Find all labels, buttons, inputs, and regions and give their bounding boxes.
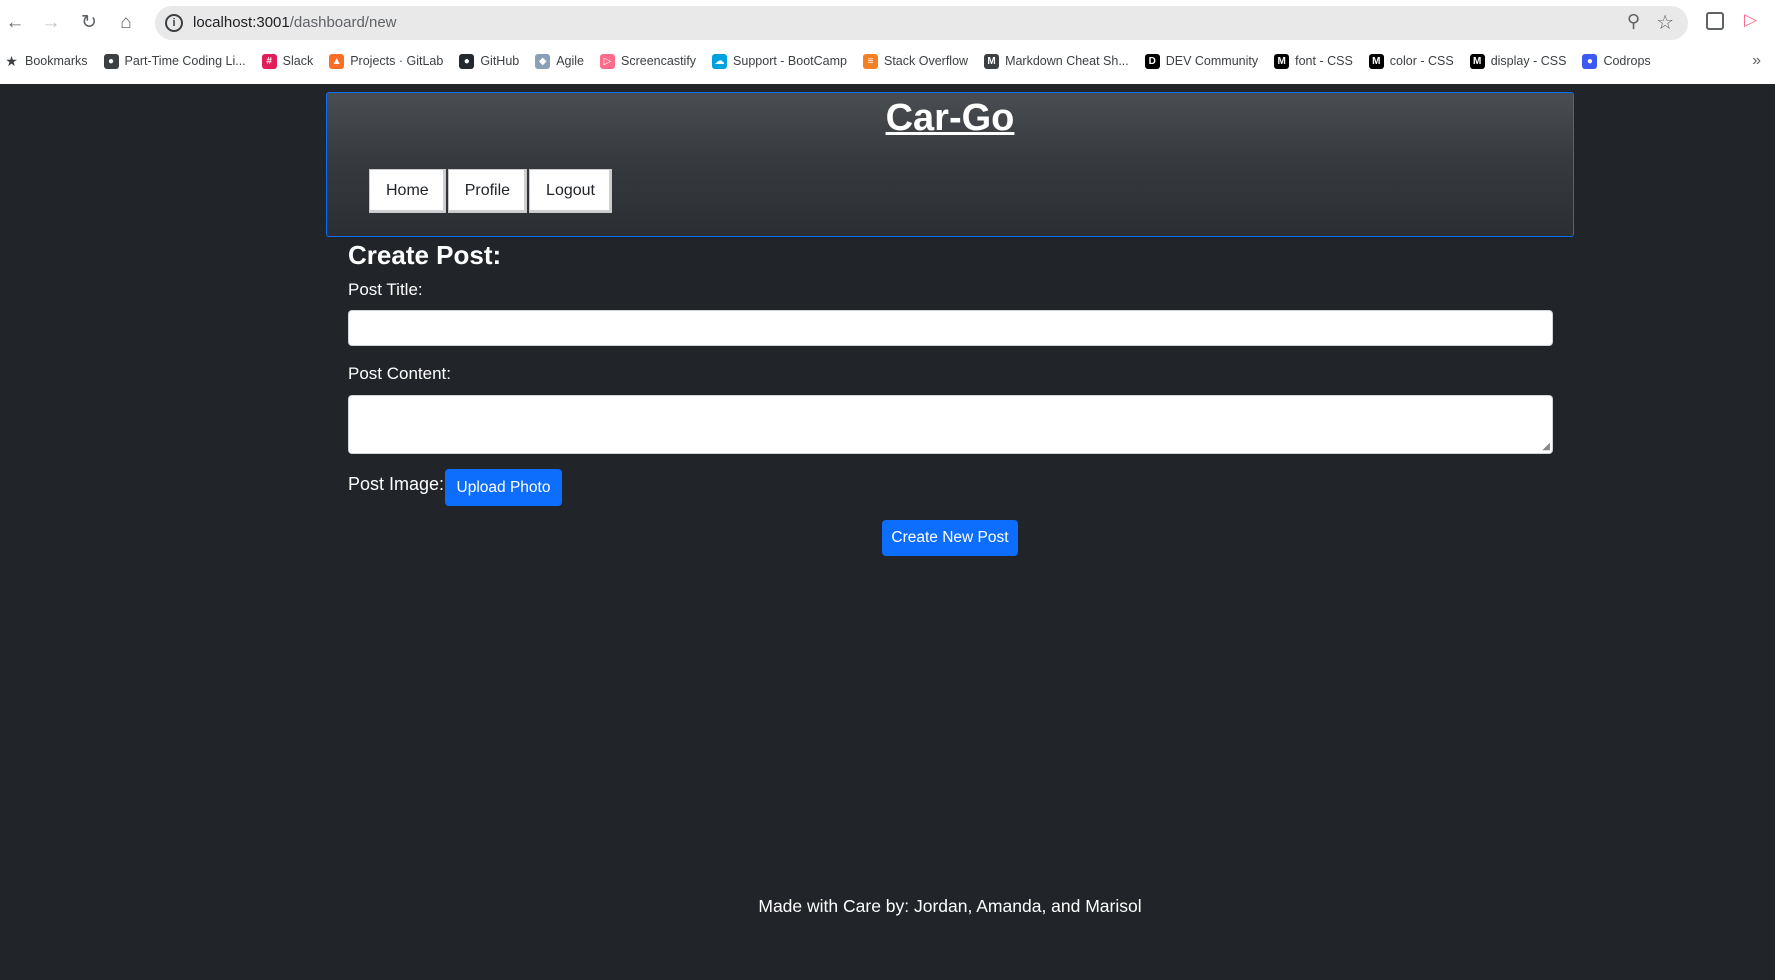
bookmark-label: Markdown Cheat Sh... — [1005, 54, 1129, 68]
agile-icon: ◆ — [535, 53, 551, 69]
bookmark-label: GitHub — [480, 54, 520, 68]
zoom-icon[interactable]: ⚲ — [1627, 11, 1640, 32]
screencastify-icon: ▷ — [600, 53, 616, 69]
upload-photo-button[interactable]: Upload Photo — [445, 469, 562, 506]
forward-arrow-icon[interactable]: → — [38, 10, 64, 36]
slack-icon: # — [261, 53, 277, 69]
stackoverflow-icon: ≡ — [863, 53, 878, 69]
site-title[interactable]: Car-Go — [327, 97, 1573, 140]
mdn-icon: M — [1368, 53, 1384, 69]
bookmark-item[interactable]: Mdisplay - CSS — [1469, 53, 1567, 69]
bookmark-label: Slack — [282, 54, 314, 68]
bookmark-label: Stack Overflow — [884, 54, 969, 68]
back-arrow-icon[interactable]: ← — [2, 10, 28, 36]
bookmark-label: Part-Time Coding Li... — [124, 54, 246, 68]
bookmark-label: Bookmarks — [25, 54, 88, 68]
bookmark-item[interactable]: ● GitHub — [459, 53, 520, 69]
post-image-label: Post Image: — [348, 474, 445, 494]
extension-icon[interactable] — [1706, 12, 1724, 30]
bookmark-label: Projects · GitLab — [350, 54, 444, 68]
create-post-form: Create Post: Post Title: Post Content: ◢… — [348, 240, 1553, 556]
bookmark-item[interactable]: # Slack — [261, 53, 314, 69]
star-icon: ★ — [5, 52, 18, 69]
url-host: localhost:3001 — [193, 14, 290, 31]
github-icon: ● — [459, 53, 475, 69]
screencastify-extension-icon[interactable]: ▷ — [1744, 10, 1757, 30]
bookmark-label: display - CSS — [1490, 54, 1567, 68]
nav-profile-button[interactable]: Profile — [447, 169, 528, 213]
bookmark-item[interactable]: M Markdown Cheat Sh... — [984, 53, 1129, 69]
home-icon[interactable]: ⌂ — [113, 10, 139, 36]
bookmark-item[interactable]: ▲ Projects · GitLab — [329, 53, 444, 69]
create-new-post-button[interactable]: Create New Post — [882, 520, 1018, 556]
reload-icon[interactable]: ↻ — [76, 10, 102, 36]
post-title-label: Post Title: — [348, 280, 423, 299]
bookmark-item[interactable]: ● Part-Time Coding Li... — [103, 53, 246, 69]
browser-toolbar: ← → ↻ ⌂ i localhost:3001/dashboard/new ⚲… — [0, 0, 1775, 45]
site-header: Car-Go Home Profile Logout — [326, 92, 1574, 237]
nav-logout-button[interactable]: Logout — [529, 169, 612, 213]
bookmark-label: Agile — [556, 54, 585, 68]
bookmark-item[interactable]: ≡ Stack Overflow — [863, 53, 969, 69]
bookmark-item[interactable]: ▷ Screencastify — [600, 53, 697, 69]
post-content-textarea[interactable]: ◢ — [348, 395, 1553, 454]
bookmarks-bar: ★ Bookmarks ● Part-Time Coding Li... # Slack ▲… — [0, 48, 1775, 74]
dev-icon: D — [1144, 53, 1160, 69]
resize-handle-icon[interactable]: ◢ — [1542, 442, 1550, 452]
post-title-input[interactable] — [348, 310, 1553, 346]
url-text[interactable]: localhost:3001/dashboard/new — [193, 14, 397, 31]
salesforce-icon: ☁ — [712, 53, 728, 69]
bookmark-label: Support - BootCamp — [733, 54, 847, 68]
mdn-icon: M — [1469, 53, 1485, 69]
nav-menu: Home Profile Logout — [369, 169, 614, 213]
post-content-label: Post Content: — [348, 364, 452, 383]
site-info-icon[interactable]: i — [165, 14, 183, 32]
bookmark-label: DEV Community — [1165, 54, 1259, 68]
bookmark-item[interactable]: Mcolor - CSS — [1368, 53, 1454, 69]
form-heading: Create Post: — [348, 240, 502, 270]
more-bookmarks-icon[interactable]: » — [1752, 52, 1761, 70]
bookmark-item[interactable]: ● Codrops — [1582, 53, 1651, 69]
bookmark-item[interactable]: ◆ Agile — [535, 53, 585, 69]
bookmark-label: Codrops — [1603, 54, 1651, 68]
bookmark-item[interactable]: Mfont - CSS — [1274, 53, 1353, 69]
bookmark-item[interactable]: ★ Bookmarks — [4, 52, 88, 69]
globe-icon: ● — [103, 53, 119, 69]
browser-chrome: ← → ↻ ⌂ i localhost:3001/dashboard/new ⚲… — [0, 0, 1775, 84]
markdown-icon: M — [984, 53, 1000, 69]
bookmark-label: color - CSS — [1389, 54, 1454, 68]
bookmark-star-icon[interactable]: ☆ — [1656, 10, 1674, 35]
bookmark-item[interactable]: D DEV Community — [1144, 53, 1259, 69]
bookmark-label: font - CSS — [1295, 54, 1353, 68]
bookmark-item[interactable]: ☁ Support - BootCamp — [712, 53, 847, 69]
nav-home-button[interactable]: Home — [369, 169, 446, 213]
mdn-icon: M — [1274, 53, 1290, 69]
gitlab-icon: ▲ — [329, 53, 345, 69]
address-bar[interactable]: i localhost:3001/dashboard/new ⚲ ☆ — [155, 6, 1688, 40]
codrops-icon: ● — [1582, 53, 1598, 69]
bookmark-label: Screencastify — [621, 54, 697, 68]
url-path: /dashboard/new — [289, 14, 397, 31]
footer-credits: Made with Care by: Jordan, Amanda, and M… — [758, 896, 1142, 916]
